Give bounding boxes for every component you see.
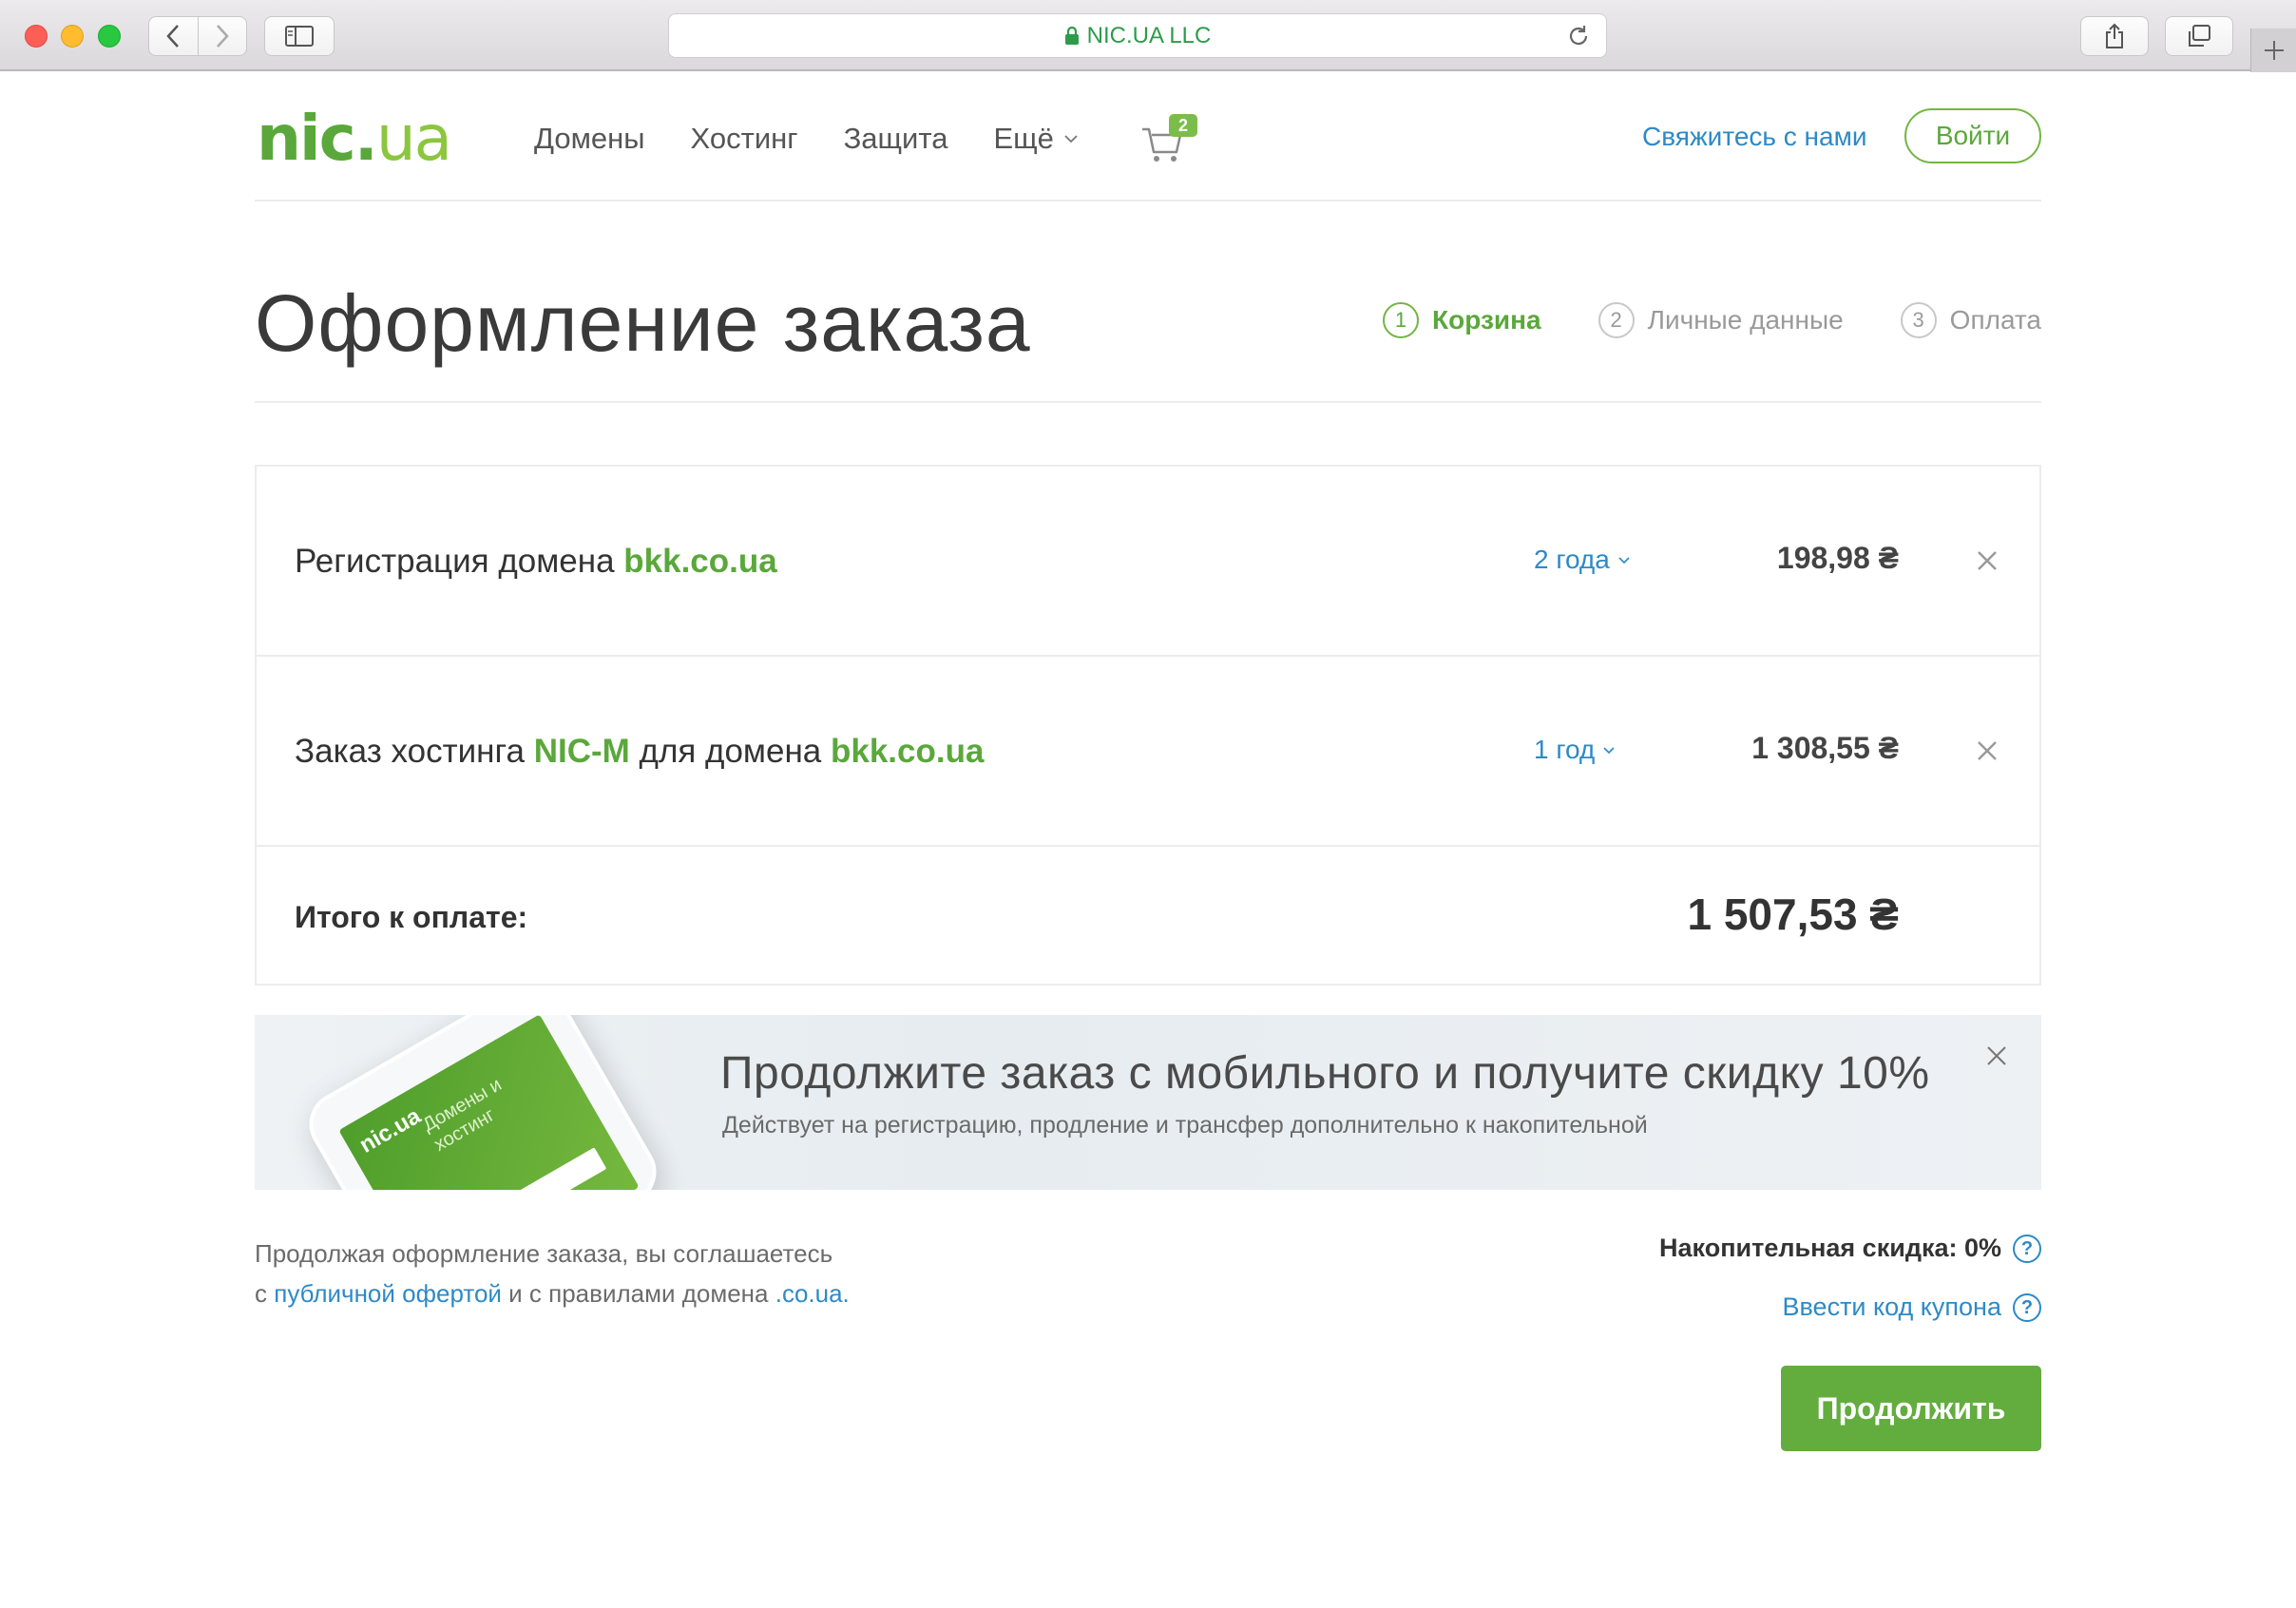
public-offer-link[interactable]: публичной офертой <box>274 1279 502 1308</box>
close-icon[interactable] <box>1984 1043 2009 1068</box>
domain-name: bkk.co.ua <box>623 543 777 580</box>
nav-protection[interactable]: Защита <box>844 116 948 162</box>
checkout-title-row: Оформление заказа 1 Корзина 2 Личные дан… <box>255 201 2041 403</box>
order-item-description: Заказ хостинга NIC-M для домена bkk.co.u… <box>295 733 985 770</box>
checkout-steps: 1 Корзина 2 Личные данные 3 Оплата <box>1326 302 2041 338</box>
nav-domains[interactable]: Домены <box>534 116 645 162</box>
order-row: Регистрация домена bkk.co.ua 2 года 198,… <box>257 467 2039 657</box>
chevron-left-icon <box>166 25 180 48</box>
reload-icon[interactable] <box>1566 24 1591 48</box>
order-item-description: Регистрация домена bkk.co.ua <box>295 543 777 580</box>
continue-button[interactable]: Продолжить <box>1781 1366 2041 1451</box>
terms-notice: Продолжая оформление заказа, вы соглашае… <box>255 1239 850 1308</box>
main-nav: Домены Хостинг Защита Ещё <box>534 116 1124 162</box>
step-cart: 1 Корзина <box>1383 302 1541 338</box>
close-window-button[interactable] <box>25 25 48 48</box>
share-button[interactable] <box>2080 16 2149 56</box>
order-summary: Регистрация домена bkk.co.ua 2 года 198,… <box>255 465 2041 986</box>
step-label: Корзина <box>1432 305 1541 335</box>
zoom-window-button[interactable] <box>98 25 121 48</box>
nav-hosting[interactable]: Хостинг <box>691 116 798 162</box>
share-icon <box>2106 23 2123 48</box>
domain-name: bkk.co.ua <box>830 733 985 770</box>
promo-headline: Продолжите заказ с мобильного и получите… <box>720 1048 1930 1099</box>
order-total-row: Итого к оплате: 1 507,53 ₴ <box>257 847 2039 986</box>
period-select[interactable]: 1 год <box>1534 735 1616 765</box>
item-price: 1 308,55 ₴ <box>1751 731 1899 765</box>
loyalty-discount: Накопительная скидка: 0% ? <box>1659 1234 2041 1263</box>
remove-item-icon[interactable] <box>1973 546 2001 575</box>
sidebar-toggle-button[interactable] <box>264 16 335 56</box>
tabs-icon <box>2189 25 2210 47</box>
url-text: NIC.UA LLC <box>1086 22 1212 48</box>
total-amount: 1 507,53 ₴ <box>1687 890 1899 939</box>
show-tabs-button[interactable] <box>2165 16 2233 56</box>
chevron-down-icon <box>1603 746 1615 754</box>
step-label: Личные данные <box>1647 305 1844 335</box>
order-row: Заказ хостинга NIC-M для домена bkk.co.u… <box>257 657 2039 847</box>
help-icon[interactable]: ? <box>2013 1292 2041 1322</box>
forward-button[interactable] <box>197 17 246 55</box>
chevron-down-icon <box>1064 135 1078 144</box>
lock-icon <box>1064 26 1079 45</box>
period-select[interactable]: 2 года <box>1534 545 1631 575</box>
plus-icon <box>2264 41 2284 60</box>
login-button[interactable]: Войти <box>1904 108 2041 163</box>
step-label: Оплата <box>1949 305 2041 335</box>
phone-illustration: nic.ua Домены и хостинг <box>297 1015 668 1190</box>
chevron-right-icon <box>217 25 229 48</box>
step-number: 1 <box>1383 302 1420 338</box>
coupon-link[interactable]: Ввести код купона ? <box>1783 1292 2041 1322</box>
mobile-promo-banner: nic.ua Домены и хостинг Продолжите заказ… <box>255 1015 2041 1190</box>
cart-count-badge: 2 <box>1169 114 1197 137</box>
step-number: 3 <box>1900 302 1937 338</box>
address-bar[interactable]: NIC.UA LLC <box>668 13 1607 58</box>
site-header: nic.ua Домены Хостинг Защита Ещё 2 Свяжи… <box>255 72 2041 201</box>
step-personal-data: 2 Личные данные <box>1598 302 1844 338</box>
contact-link[interactable]: Свяжитесь с нами <box>1642 122 1866 152</box>
site-logo[interactable]: nic.ua <box>257 101 452 177</box>
nav-more[interactable]: Ещё <box>993 116 1078 162</box>
help-icon[interactable]: ? <box>2013 1234 2041 1263</box>
step-number: 2 <box>1598 302 1635 338</box>
history-nav-group <box>148 16 247 56</box>
step-payment: 3 Оплата <box>1900 302 2041 338</box>
remove-item-icon[interactable] <box>1973 737 2001 765</box>
back-button[interactable] <box>149 17 198 55</box>
chevron-down-icon <box>1618 556 1630 564</box>
sidebar-icon <box>285 26 314 47</box>
new-tab-button[interactable] <box>2250 29 2296 72</box>
domain-rules-link[interactable]: .co.ua. <box>775 1279 850 1308</box>
cart-button[interactable]: 2 <box>1140 114 1197 163</box>
item-price: 198,98 ₴ <box>1776 541 1899 575</box>
total-label: Итого к оплате: <box>295 900 528 934</box>
hosting-plan: NIC-M <box>533 733 630 770</box>
promo-subtext: Действует на регистрацию, продление и тр… <box>722 1112 1648 1139</box>
browser-toolbar: NIC.UA LLC <box>0 0 2296 72</box>
minimize-window-button[interactable] <box>61 25 84 48</box>
page-title: Оформление заказа <box>255 278 1031 368</box>
